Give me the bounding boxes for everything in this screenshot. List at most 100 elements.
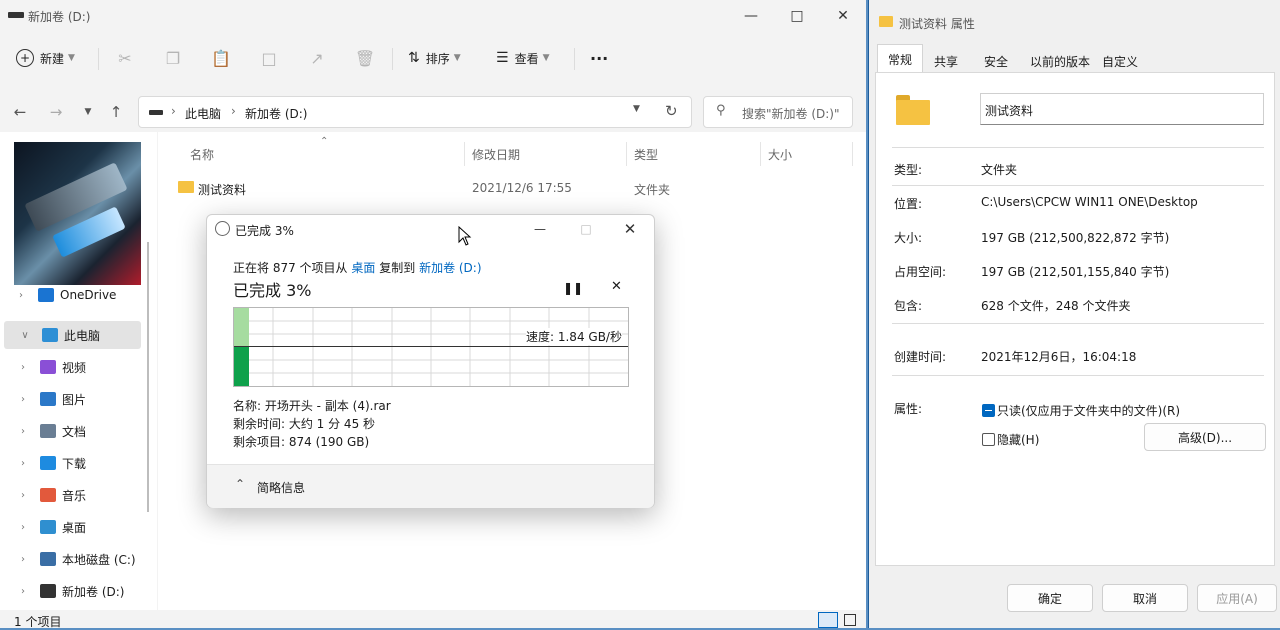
sidebar-item-label: 桌面 bbox=[62, 520, 87, 535]
cut-icon[interactable]: ✂ bbox=[110, 42, 140, 74]
cancel-button[interactable]: 取消 bbox=[1102, 584, 1188, 612]
ok-button[interactable]: 确定 bbox=[1007, 584, 1093, 612]
refresh-icon[interactable]: ↻ bbox=[665, 102, 678, 120]
thumbnail-image bbox=[14, 142, 141, 285]
clock-icon bbox=[215, 221, 230, 236]
back-arrow-icon[interactable]: ← bbox=[8, 100, 32, 124]
explorer-title: 新加卷 (D:) bbox=[28, 10, 91, 24]
column-header-name[interactable]: 名称 bbox=[190, 146, 214, 163]
apply-button[interactable]: 应用(A) bbox=[1197, 584, 1277, 612]
column-header-type[interactable]: 类型 bbox=[634, 146, 658, 163]
share-icon[interactable]: ↗ bbox=[302, 42, 332, 74]
view-button[interactable]: ☰ 查看 ▼ bbox=[496, 42, 550, 74]
tab-customize[interactable]: 自定义 bbox=[1097, 48, 1143, 74]
sidebar-item-label: 音乐 bbox=[62, 488, 87, 503]
speed-line bbox=[234, 346, 628, 347]
sidebar-item[interactable]: › 文档 bbox=[0, 417, 150, 445]
tab-previous-versions[interactable]: 以前的版本 bbox=[1023, 48, 1097, 74]
sidebar-item[interactable]: › 视频 bbox=[0, 353, 150, 381]
tab-security[interactable]: 安全 bbox=[973, 48, 1019, 74]
recent-chevron-icon[interactable]: ▼ bbox=[76, 100, 100, 124]
close-button[interactable]: ✕ bbox=[820, 0, 866, 32]
column-divider[interactable] bbox=[760, 142, 761, 166]
tab-general[interactable]: 常规 bbox=[877, 44, 923, 73]
column-header-size[interactable]: 大小 bbox=[768, 146, 792, 163]
details-view-icon[interactable] bbox=[818, 612, 838, 628]
chevron-right-icon[interactable]: › bbox=[12, 290, 30, 301]
search-input[interactable]: ⚲ 搜索"新加卷 (D:)" bbox=[703, 96, 853, 128]
sort-button[interactable]: ⇅ 排序 ▼ bbox=[408, 42, 461, 74]
column-divider[interactable] bbox=[626, 142, 627, 166]
table-row[interactable]: 测试资料 2021/12/6 17:55 文件夹 bbox=[158, 176, 858, 200]
column-divider[interactable] bbox=[852, 142, 853, 166]
chevron-right-icon[interactable]: › bbox=[14, 490, 32, 501]
less-details-button[interactable]: 简略信息 bbox=[257, 479, 305, 496]
close-button[interactable]: ✕ bbox=[615, 217, 645, 241]
sort-arrow-icon: ⌃ bbox=[320, 136, 329, 147]
drive-icon bbox=[8, 12, 24, 18]
chevron-right-icon[interactable]: › bbox=[14, 586, 32, 597]
source-link[interactable]: 桌面 bbox=[351, 261, 375, 275]
copy-icon[interactable]: ❐ bbox=[158, 42, 188, 74]
chevron-right-icon[interactable]: › bbox=[14, 554, 32, 565]
sidebar-item[interactable]: › 图片 bbox=[0, 385, 150, 413]
breadcrumb-drive-d[interactable]: 新加卷 (D:) bbox=[245, 105, 307, 122]
pause-button[interactable]: ❚❚ bbox=[563, 281, 583, 295]
sidebar-item[interactable]: › 下载 bbox=[0, 449, 150, 477]
chevron-down-icon[interactable]: ∨ bbox=[16, 330, 34, 341]
progress-fill-bottom bbox=[234, 347, 249, 386]
column-header-modified[interactable]: 修改日期 bbox=[472, 146, 520, 163]
sidebar-item[interactable]: › 新加卷 (D:) bbox=[0, 577, 150, 605]
chevron-up-icon[interactable]: ⌃ bbox=[235, 477, 245, 491]
cancel-copy-button[interactable]: ✕ bbox=[611, 279, 622, 294]
rename-icon[interactable]: □ bbox=[254, 42, 284, 74]
maximize-button[interactable]: □ bbox=[571, 217, 601, 241]
readonly-checkbox[interactable] bbox=[982, 404, 995, 417]
folder-icon bbox=[178, 181, 194, 193]
sidebar-item[interactable]: › 桌面 bbox=[0, 513, 150, 541]
breadcrumb-this-pc[interactable]: 此电脑 bbox=[185, 105, 221, 122]
up-arrow-icon[interactable]: ↑ bbox=[104, 100, 128, 124]
advanced-button[interactable]: 高级(D)... bbox=[1144, 423, 1266, 451]
view-label: 查看 bbox=[514, 51, 539, 66]
maximize-button[interactable]: □ bbox=[774, 0, 820, 32]
chevron-down-icon: ▼ bbox=[542, 53, 550, 63]
chevron-right-icon[interactable]: › bbox=[14, 394, 32, 405]
items-remaining: 剩余项目: 874 (190 GB) bbox=[233, 435, 370, 449]
destination-link[interactable]: 新加卷 (D:) bbox=[419, 261, 481, 275]
sidebar-item[interactable]: › OneDrive bbox=[0, 281, 150, 309]
attributes-label: 属性: bbox=[894, 402, 923, 416]
delete-icon[interactable]: 🗑 bbox=[350, 42, 380, 74]
chevron-right-icon[interactable]: › bbox=[14, 426, 32, 437]
column-divider[interactable] bbox=[464, 142, 465, 166]
forward-arrow-icon[interactable]: → bbox=[44, 100, 68, 124]
address-bar[interactable]: › 此电脑 › 新加卷 (D:) ▼ ↻ bbox=[138, 96, 692, 128]
sidebar-item-label: 此电脑 bbox=[64, 328, 101, 343]
minimize-button[interactable]: — bbox=[728, 0, 774, 32]
chevron-down-icon[interactable]: ▼ bbox=[633, 104, 640, 114]
sidebar-item[interactable]: › 本地磁盘 (C:) bbox=[0, 545, 150, 573]
hidden-label[interactable]: 隐藏(H) bbox=[997, 431, 1039, 448]
readonly-label[interactable]: 只读(仅应用于文件夹中的文件)(R) bbox=[997, 402, 1180, 419]
size-label: 大小: bbox=[894, 231, 923, 245]
minimize-button[interactable]: — bbox=[525, 217, 555, 241]
sort-icon: ⇅ bbox=[408, 50, 420, 66]
sidebar-item[interactable]: › 音乐 bbox=[0, 481, 150, 509]
sidebar-item-label: 本地磁盘 (C:) bbox=[62, 552, 136, 567]
chevron-right-icon[interactable]: › bbox=[14, 522, 32, 533]
sidebar-item[interactable]: ∨ 此电脑 bbox=[4, 321, 141, 349]
chevron-right-icon[interactable]: › bbox=[14, 458, 32, 469]
folder-name-input[interactable]: 测试资料 bbox=[980, 93, 1264, 125]
tab-sharing[interactable]: 共享 bbox=[923, 48, 969, 74]
size-on-disk-label: 占用空间: bbox=[894, 265, 947, 279]
location-value: C:\Users\CPCW WIN11 ONE\Desktop bbox=[981, 195, 1198, 209]
command-bar: + 新建 ▼ ✂ ❐ 📋 □ ↗ 🗑 ⇅ 排序 ▼ ☰ 查看 ▼ ··· bbox=[0, 34, 866, 82]
new-button[interactable]: + 新建 ▼ bbox=[16, 42, 75, 74]
tiles-view-icon[interactable] bbox=[844, 614, 856, 626]
hidden-checkbox[interactable] bbox=[982, 433, 995, 446]
paste-icon[interactable]: 📋 bbox=[206, 42, 236, 74]
chevron-down-icon: ▼ bbox=[453, 53, 461, 63]
more-button[interactable]: ··· bbox=[590, 42, 608, 74]
chevron-right-icon[interactable]: › bbox=[14, 362, 32, 373]
contains-value: 628 个文件，248 个文件夹 bbox=[981, 299, 1131, 313]
